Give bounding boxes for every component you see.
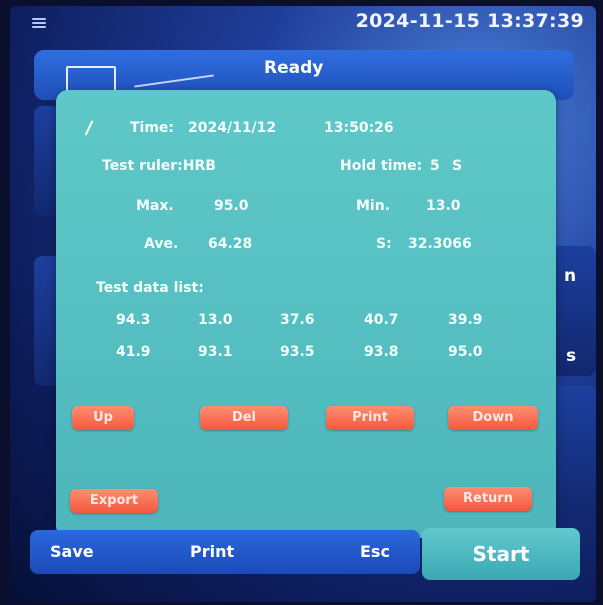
up-button[interactable]: Up (72, 406, 134, 430)
time-date: 2024/11/12 (188, 120, 277, 136)
background-label: n (564, 266, 577, 286)
time-clock: 13:50:26 (324, 120, 394, 136)
data-cell: 94.3 (116, 312, 151, 328)
s-label: S: (376, 236, 392, 252)
bottom-toolbar: Save Print Esc (30, 530, 420, 574)
data-cell: 37.6 (280, 312, 315, 328)
save-button[interactable]: Save (50, 542, 94, 561)
export-button[interactable]: Export (70, 489, 158, 513)
data-cell: 93.8 (364, 344, 399, 360)
hold-time-value: 5 (430, 158, 440, 174)
min-label: Min. (356, 198, 391, 214)
monitor-icon (66, 66, 116, 98)
data-cell: 40.7 (364, 312, 399, 328)
esc-button[interactable]: Esc (360, 542, 390, 561)
device-screen: 2024-11-15 13:37:39 Ready n s Time: 2024… (10, 6, 596, 602)
datetime-display: 2024-11-15 13:37:39 (355, 10, 584, 32)
print-button[interactable]: Print (326, 406, 414, 430)
hold-time-label: Hold time: (340, 158, 423, 174)
s-value: 32.3066 (408, 236, 472, 252)
menu-icon[interactable] (32, 18, 46, 28)
background-label: s (566, 346, 577, 366)
data-cell: 13.0 (198, 312, 233, 328)
min-value: 13.0 (426, 198, 461, 214)
hold-time-unit: S (452, 158, 463, 174)
return-button[interactable]: Return (444, 487, 532, 511)
data-cell: 41.9 (116, 344, 151, 360)
data-cell: 93.1 (198, 344, 233, 360)
print-bottom-button[interactable]: Print (190, 542, 234, 561)
test-result-dialog: Time: 2024/11/12 13:50:26 Test ruler:HRB… (56, 90, 556, 538)
test-ruler: Test ruler:HRB (102, 158, 216, 174)
decorative-mark (84, 120, 94, 136)
down-button[interactable]: Down (448, 406, 538, 430)
max-value: 95.0 (214, 198, 249, 214)
data-cell: 95.0 (448, 344, 483, 360)
delete-button[interactable]: Del (200, 406, 288, 430)
data-list-title: Test data list: (96, 280, 204, 296)
data-cell: 93.5 (280, 344, 315, 360)
ave-label: Ave. (144, 236, 179, 252)
status-text: Ready (264, 58, 324, 78)
ave-value: 64.28 (208, 236, 253, 252)
start-button[interactable]: Start (422, 528, 580, 580)
data-cell: 39.9 (448, 312, 483, 328)
divider-line (134, 74, 214, 88)
time-label: Time: (130, 120, 175, 136)
max-label: Max. (136, 198, 174, 214)
